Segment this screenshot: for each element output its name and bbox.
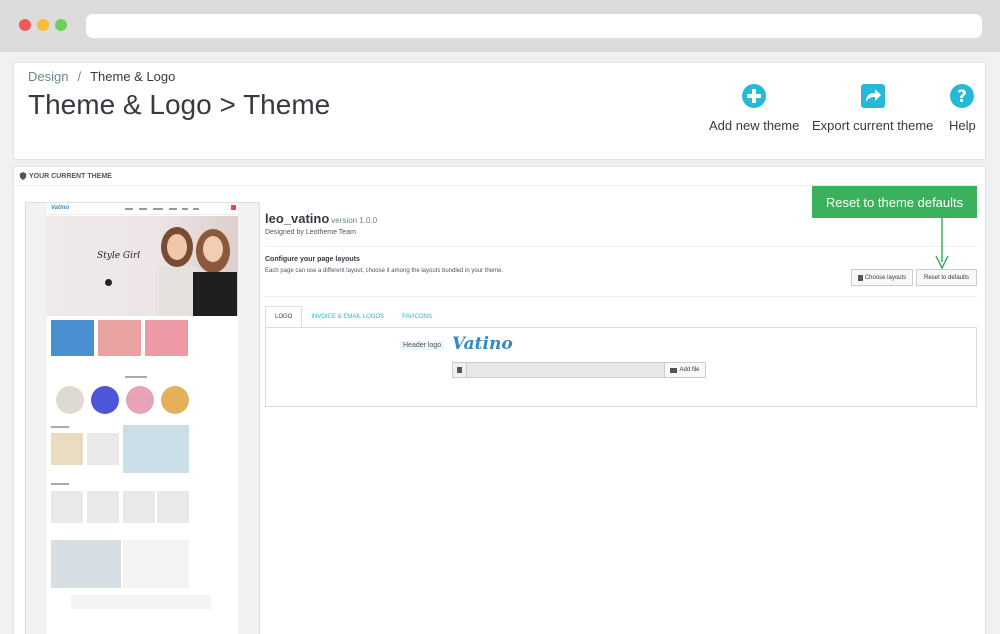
preview-product: [87, 433, 119, 465]
preview-product: [123, 491, 155, 523]
question-circle-icon: ?: [950, 84, 975, 108]
preview-product: [51, 491, 83, 523]
preview-menu-bar: [125, 208, 133, 210]
logo-tabs: LOGO INVOICE & EMAIL LOGOS FAVICONS: [265, 306, 441, 328]
reset-to-defaults-button[interactable]: Reset to defaults: [916, 269, 977, 286]
layouts-title: Configure your page layouts: [265, 256, 360, 263]
preview-menu-bar: [153, 208, 163, 210]
preview-testimonial: [123, 540, 189, 588]
preview-hero-models-image: [159, 227, 237, 316]
breadcrumb-current: Theme & Logo: [90, 69, 176, 84]
preview-heading-line: [51, 426, 69, 428]
theme-author: Designed by Leotheme Team: [265, 229, 356, 236]
layouts-description: Each page can use a different layout, ch…: [265, 268, 504, 274]
reset-to-defaults-label: Reset to defaults: [923, 274, 970, 281]
export-theme-label: Export current theme: [812, 118, 934, 133]
preview-promo-banner: [123, 425, 189, 473]
panel-heading: YOUR CURRENT THEME: [19, 172, 112, 180]
preview-brands-strip: [71, 595, 211, 609]
preview-heading-line: [51, 483, 69, 485]
breadcrumb: Design / Theme & Logo: [28, 69, 175, 84]
breadcrumb-separator: /: [77, 69, 82, 84]
theme-name: leo_vatino version 1.0.0: [265, 211, 377, 226]
preview-category-tile: [98, 320, 141, 356]
preview-menu-bar: [193, 208, 199, 210]
theme-name-text: leo_vatino: [265, 211, 330, 226]
window-maximize-button[interactable]: [55, 19, 67, 31]
preview-category-tile: [51, 320, 94, 356]
preview-logo: Vatino: [51, 205, 70, 211]
help-label: Help: [949, 118, 976, 133]
breadcrumb-link-design[interactable]: Design: [28, 69, 68, 84]
header-logo-label: Header logo: [400, 341, 445, 350]
theme-preview-image: Vatino Style Girl: [25, 202, 260, 634]
export-theme-button[interactable]: Export current theme: [812, 83, 933, 133]
preview-cart-icon: [231, 205, 236, 210]
browser-chrome: [0, 0, 1000, 52]
current-theme-panel: YOUR CURRENT THEME Vatino Style Girl leo…: [13, 166, 986, 634]
preview-navbar: Vatino: [47, 203, 238, 215]
plus-circle-icon: [742, 84, 767, 108]
divider: [265, 296, 977, 297]
tab-invoice-email-logos[interactable]: INVOICE & EMAIL LOGOS: [302, 306, 393, 328]
preview-collection-circle: [161, 386, 189, 414]
preview-heading-line: [125, 376, 147, 378]
panel-heading-text: YOUR CURRENT THEME: [29, 172, 112, 180]
tab-logo[interactable]: LOGO: [265, 306, 303, 328]
reset-theme-defaults-callout: Reset to theme defaults: [812, 186, 977, 218]
window-minimize-button[interactable]: [37, 19, 49, 31]
logo-file-input[interactable]: [467, 363, 664, 377]
page-viewport: Design / Theme & Logo Theme & Logo > Theme…: [0, 52, 1000, 634]
preview-product: [51, 433, 83, 465]
divider: [265, 246, 977, 247]
file-icon: [453, 363, 467, 377]
share-icon: [860, 84, 885, 108]
preview-banner-image: [51, 540, 121, 588]
help-button[interactable]: ? Help: [949, 83, 976, 133]
preview-category-tile: [145, 320, 188, 356]
window-close-button[interactable]: [19, 19, 31, 31]
logo-tab-content: Header logo Vatino Add file: [265, 327, 977, 407]
preview-product: [87, 491, 119, 523]
callout-label: Reset to theme defaults: [825, 194, 964, 210]
preview-menu-bar: [169, 208, 177, 210]
preview-hero-button: [105, 279, 112, 286]
preview-menu-bar: [182, 208, 188, 210]
preview-hero-title: Style Girl: [97, 251, 141, 261]
page-title: Theme & Logo > Theme: [28, 89, 331, 120]
add-file-label: Add file: [679, 367, 700, 373]
shield-icon: [19, 172, 27, 180]
svg-text:?: ?: [957, 87, 967, 107]
add-new-theme-label: Add new theme: [709, 118, 800, 133]
preview-collection-circle: [56, 386, 84, 414]
preview-page: Vatino Style Girl: [47, 203, 238, 634]
preview-menu-bar: [139, 208, 147, 210]
callout-arrow-icon: [935, 218, 949, 270]
header-logo-image: Vatino: [452, 334, 513, 354]
theme-version: version 1.0.0: [331, 216, 378, 225]
preview-product: [157, 491, 189, 523]
tab-favicons[interactable]: FAVICONS: [393, 306, 441, 328]
add-file-button[interactable]: Add file: [664, 363, 705, 377]
choose-layouts-label: Choose layouts: [864, 274, 907, 281]
preview-collection-circle: [91, 386, 119, 414]
file-icon: [857, 274, 863, 281]
address-bar[interactable]: [86, 14, 982, 38]
folder-icon: [670, 367, 678, 373]
logo-file-upload: Add file: [452, 362, 706, 378]
choose-layouts-button[interactable]: Choose layouts: [851, 269, 913, 286]
page-header: Design / Theme & Logo Theme & Logo > Theme…: [13, 62, 986, 160]
add-new-theme-button[interactable]: Add new theme: [709, 83, 799, 133]
preview-collection-circle: [126, 386, 154, 414]
